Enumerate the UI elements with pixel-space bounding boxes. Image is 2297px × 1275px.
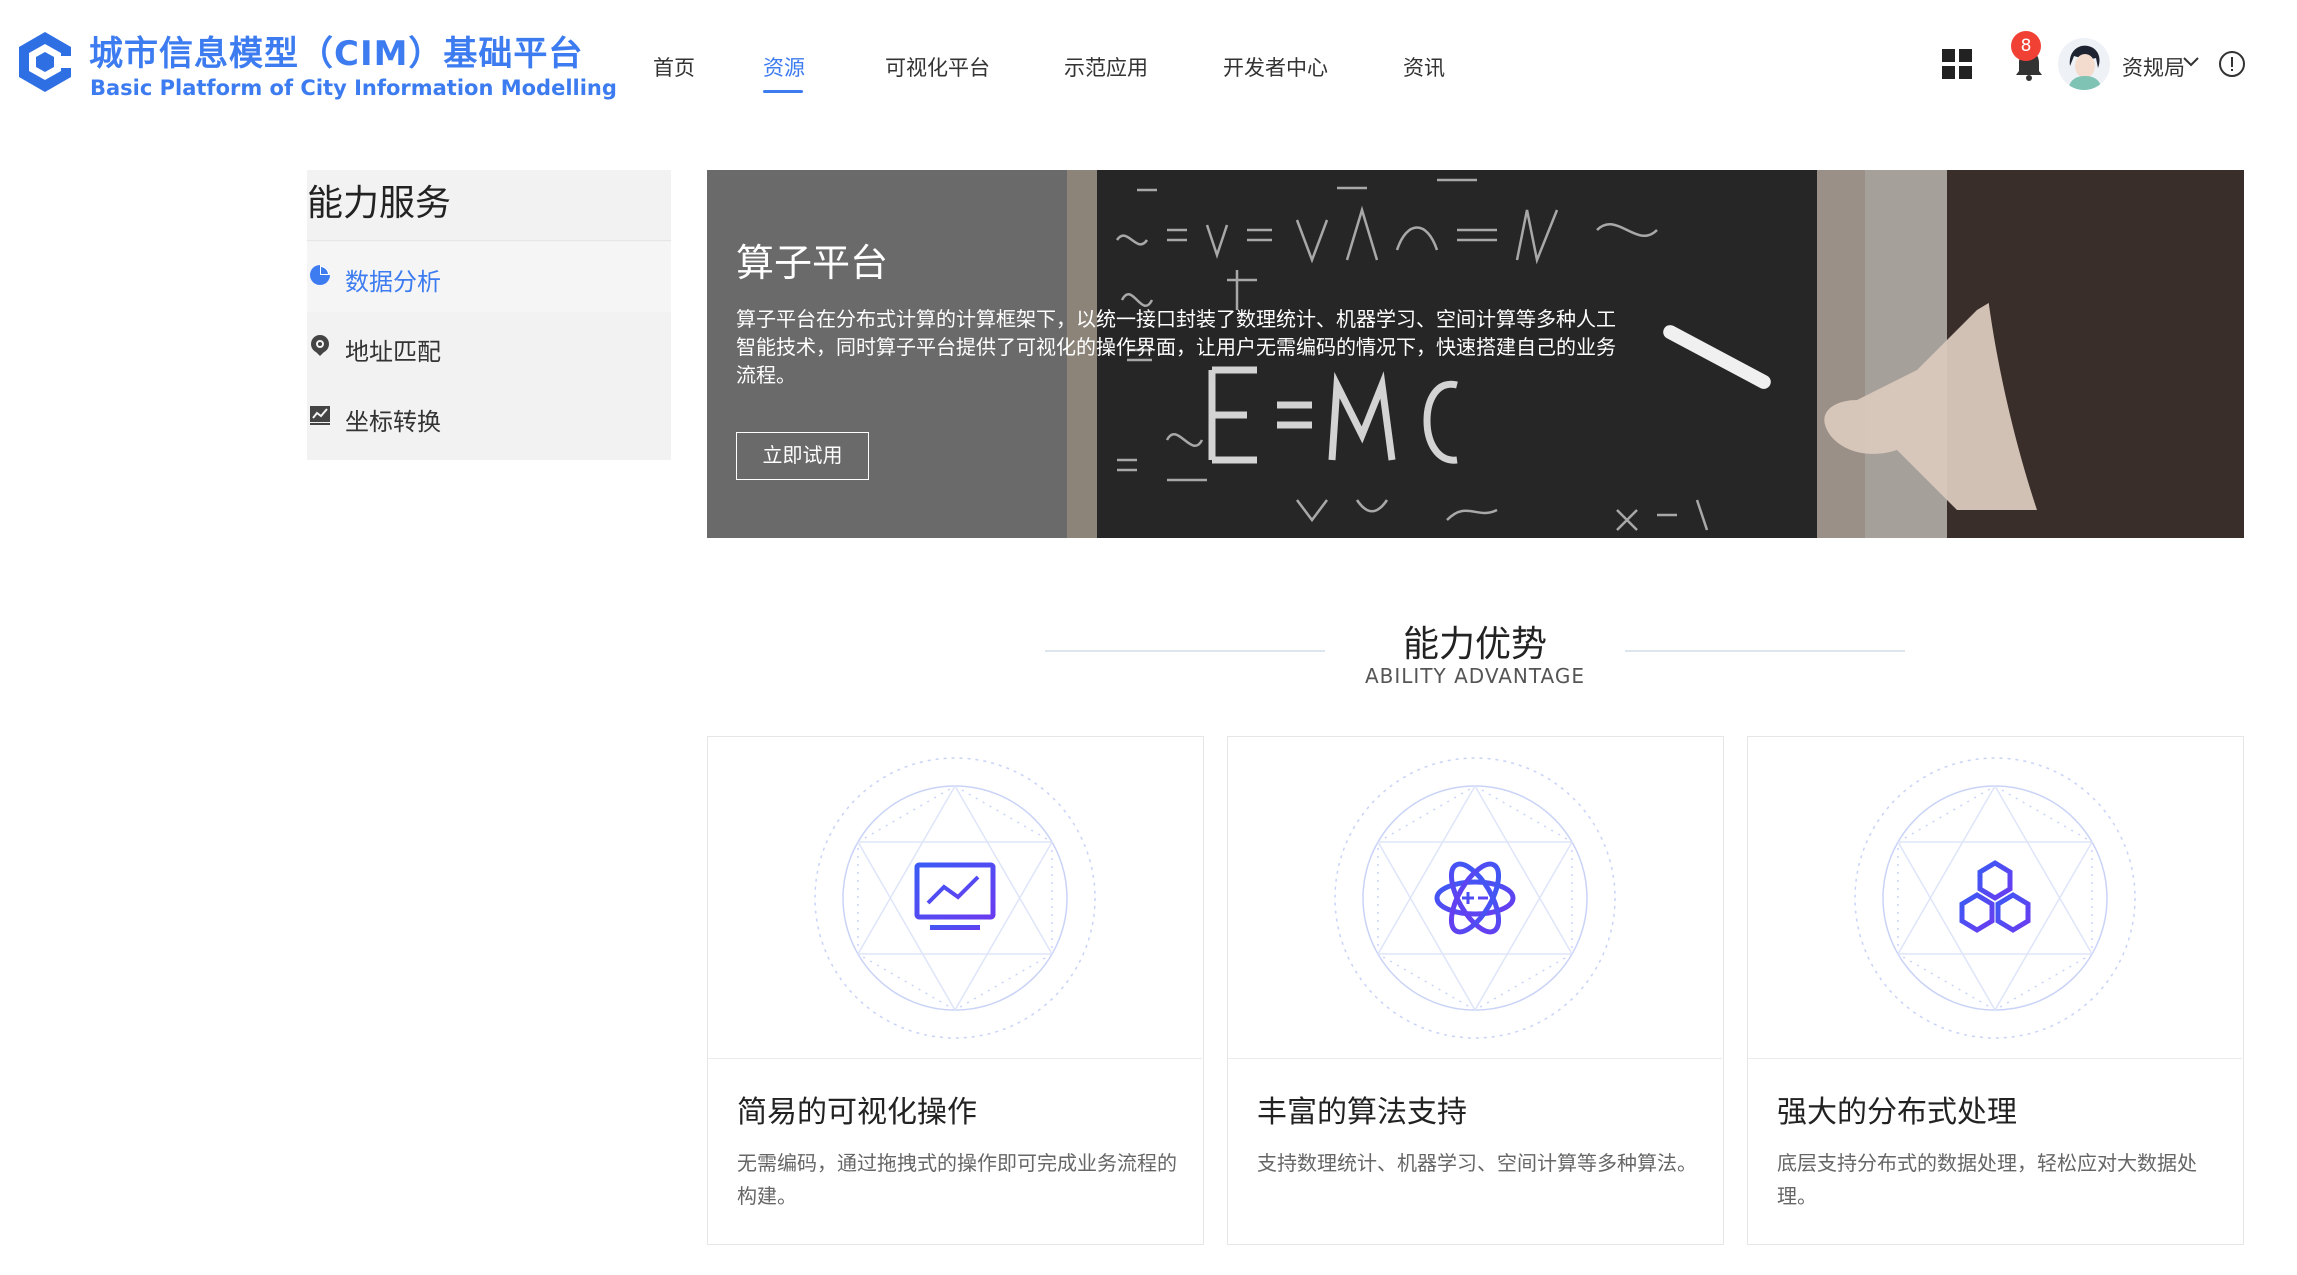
sidebar-item-data-analysis[interactable]: 数据分析 xyxy=(307,242,671,312)
brand-subtitle: Basic Platform of City Information Model… xyxy=(90,76,617,100)
sidebar-item-label: 地址匹配 xyxy=(345,338,441,366)
avatar[interactable] xyxy=(2058,38,2110,90)
nav-home[interactable]: 首页 xyxy=(653,52,695,82)
advantage-card[interactable]: 简易的可视化操作 无需编码，通过拖拽式的操作即可完成业务流程的构建。 xyxy=(707,736,1204,1245)
nav-visualization-platform[interactable]: 可视化平台 xyxy=(885,52,990,82)
section-title: 能力优势 xyxy=(1402,624,1547,665)
card-description: 底层支持分布式的数据处理，轻松应对大数据处理。 xyxy=(1777,1151,2197,1208)
card-description: 无需编码，通过拖拽式的操作即可完成业务流程的构建。 xyxy=(737,1151,1177,1208)
sidebar-divider xyxy=(307,240,671,241)
try-now-button[interactable]: 立即试用 xyxy=(736,432,869,480)
cim-logo-icon[interactable] xyxy=(16,30,74,100)
card-illustration xyxy=(1748,737,2242,1059)
sidebar-item-label: 坐标转换 xyxy=(345,408,441,436)
line-chart-icon xyxy=(310,406,330,425)
nav-active-indicator xyxy=(763,90,803,93)
sidebar-item-coordinate-transform[interactable]: 坐标转换 xyxy=(307,382,671,452)
user-avatar-icon xyxy=(2058,38,2110,90)
nav-developer-center[interactable]: 开发者中心 xyxy=(1223,52,1328,82)
section-divider-right xyxy=(1625,650,1905,652)
section-divider-left xyxy=(1045,650,1325,652)
advantage-card[interactable]: 强大的分布式处理 底层支持分布式的数据处理，轻松应对大数据处理。 xyxy=(1747,736,2244,1245)
sidebar-item-address-matching[interactable]: 地址匹配 xyxy=(307,312,671,382)
atom-icon xyxy=(1334,757,1616,1039)
sidebar-title: 能力服务 xyxy=(307,183,452,224)
section-subtitle: ABILITY ADVANTAGE xyxy=(1364,664,1586,688)
username-label[interactable]: 资规局 xyxy=(2122,52,2185,82)
banner-title: 算子平台 xyxy=(736,241,889,285)
card-description: 支持数理统计、机器学习、空间计算等多种算法。 xyxy=(1257,1151,1697,1175)
notification-badge: 8 xyxy=(2011,31,2041,61)
sidebar-item-label: 数据分析 xyxy=(345,268,441,296)
pie-chart-icon xyxy=(310,265,330,285)
card-title: 强大的分布式处理 xyxy=(1777,1095,2017,1130)
nav-resources[interactable]: 资源 xyxy=(763,52,805,82)
apps-grid-icon[interactable] xyxy=(1942,49,1972,79)
card-title: 丰富的算法支持 xyxy=(1257,1095,1467,1130)
chevron-down-icon[interactable] xyxy=(2182,55,2200,69)
card-illustration xyxy=(1228,737,1722,1059)
monitor-chart-icon xyxy=(814,757,1096,1039)
top-header: 城市信息模型（CIM）基础平台 Basic Platform of City I… xyxy=(0,0,2297,140)
operator-platform-banner: 算子平台 算子平台在分布式计算的计算框架下，以统一接口封装了数理统计、机器学习、… xyxy=(707,170,2244,538)
capability-sidebar: 能力服务 数据分析 地址匹配 坐标转换 xyxy=(307,170,671,460)
card-title: 简易的可视化操作 xyxy=(737,1095,977,1130)
banner-description: 算子平台在分布式计算的计算框架下，以统一接口封装了数理统计、机器学习、空间计算等… xyxy=(736,307,1616,387)
advantage-card[interactable]: 丰富的算法支持 支持数理统计、机器学习、空间计算等多种算法。 xyxy=(1227,736,1724,1245)
nav-demo-applications[interactable]: 示范应用 xyxy=(1064,52,1148,82)
nav-news[interactable]: 资讯 xyxy=(1403,52,1445,82)
hexagons-icon xyxy=(1854,757,2136,1039)
card-illustration xyxy=(708,737,1202,1059)
info-icon[interactable] xyxy=(2218,50,2246,78)
location-pin-icon xyxy=(311,335,329,356)
brand-title[interactable]: 城市信息模型（CIM）基础平台 xyxy=(89,26,583,75)
hand-with-chalk-image xyxy=(1663,250,2077,510)
